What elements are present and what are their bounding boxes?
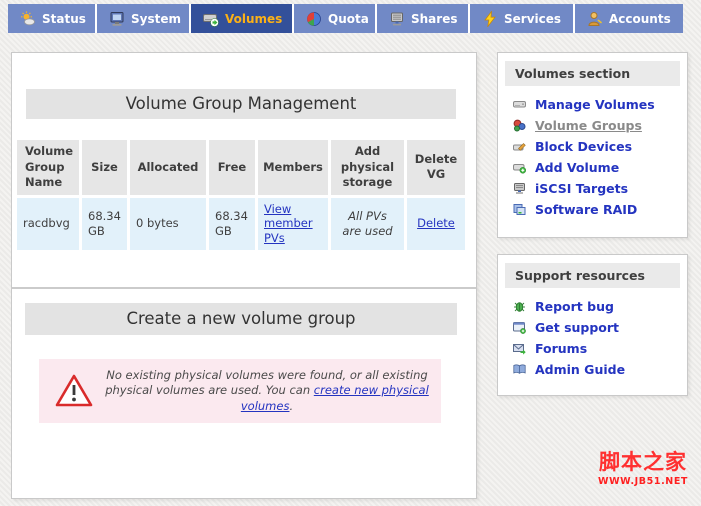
cell-free: 68.34 GB [209, 198, 255, 251]
sidebar-item-label: Manage Volumes [535, 97, 655, 112]
warning-triangle-icon [55, 374, 93, 408]
volumes-section-panel: Volumes section Manage Volumes Volume Gr… [497, 52, 688, 238]
tab-status-label: Status [42, 12, 86, 26]
sidebar-item-label: Report bug [535, 299, 614, 314]
cell-vg-name: racdbvg [17, 198, 79, 251]
quota-icon [306, 11, 322, 27]
watermark-url: WWW.JB51.NET [596, 476, 690, 487]
warning-text-after: . [289, 399, 293, 413]
software-raid-icon [513, 203, 526, 216]
forums-icon [513, 342, 526, 355]
sidebar-item-label: Forums [535, 341, 587, 356]
iscsi-targets-icon [513, 182, 526, 195]
table-header-row: Volume Group Name Size Allocated Free Me… [17, 140, 465, 195]
cell-add-physical: All PVs are used [331, 198, 404, 251]
tab-system-label: System [131, 12, 181, 26]
tab-accounts[interactable]: Accounts [573, 4, 683, 33]
cell-members: View member PVs [258, 198, 328, 251]
sidebar-item-label: Get support [535, 320, 619, 335]
sidebar-item-forums[interactable]: Forums [498, 338, 687, 359]
volume-group-management-title: Volume Group Management [26, 89, 456, 119]
top-navbar: Status System Volumes Quota Shares Servi… [8, 4, 683, 33]
delete-vg-link[interactable]: Delete [417, 216, 455, 230]
tab-quota[interactable]: Quota [292, 4, 375, 33]
view-member-pvs-link[interactable]: View member PVs [264, 202, 313, 246]
volumes-icon [203, 11, 219, 27]
block-devices-icon [513, 140, 526, 153]
header-volume-group-name: Volume Group Name [17, 140, 79, 195]
sidebar-item-iscsi-targets[interactable]: iSCSI Targets [498, 178, 687, 199]
sidebar-item-label: Add Volume [535, 160, 619, 175]
warning-box: No existing physical volumes were found,… [39, 359, 441, 423]
admin-guide-icon [513, 363, 526, 376]
watermark-logo-text: 脚本之家 [596, 451, 690, 474]
cell-delete: Delete [407, 198, 465, 251]
sidebar-item-software-raid[interactable]: Software RAID [498, 199, 687, 220]
sidebar-item-label: Software RAID [535, 202, 637, 217]
tab-services[interactable]: Services [468, 4, 573, 33]
table-row: racdbvg 68.34 GB 0 bytes 68.34 GB View m… [17, 198, 465, 251]
drive-icon [513, 98, 526, 111]
sidebar-item-manage-volumes[interactable]: Manage Volumes [498, 94, 687, 115]
tab-volumes-label: Volumes [225, 12, 282, 26]
tab-services-label: Services [504, 12, 561, 26]
header-size: Size [82, 140, 127, 195]
support-resources-header: Support resources [505, 263, 680, 288]
sidebar-item-label: Block Devices [535, 139, 632, 154]
watermark: 脚本之家 WWW.JB51.NET [596, 451, 690, 487]
cell-allocated: 0 bytes [130, 198, 206, 251]
header-free: Free [209, 140, 255, 195]
warning-message: No existing physical volumes were found,… [105, 368, 441, 415]
header-delete-vg: Delete VG [407, 140, 465, 195]
tab-accounts-label: Accounts [609, 12, 671, 26]
tab-shares-label: Shares [411, 12, 457, 26]
sidebar-item-block-devices[interactable]: Block Devices [498, 136, 687, 157]
add-volume-icon [513, 161, 526, 174]
header-members: Members [258, 140, 328, 195]
sidebar-item-label: Admin Guide [535, 362, 625, 377]
sidebar-item-label: iSCSI Targets [535, 181, 628, 196]
section-divider [12, 287, 476, 289]
system-icon [109, 11, 125, 27]
header-add-physical-storage: Add physical storage [331, 140, 404, 195]
tab-system[interactable]: System [95, 4, 189, 33]
cell-size: 68.34 GB [82, 198, 127, 251]
sidebar-item-get-support[interactable]: Get support [498, 317, 687, 338]
page: { "colors": { "nav_bg": "#7189C6", "nav_… [0, 0, 701, 506]
main-content-panel: Volume Group Management Volume Group Nam… [11, 52, 477, 499]
sidebar-item-label: Volume Groups [535, 118, 642, 133]
create-volume-group-title: Create a new volume group [25, 303, 457, 335]
tab-shares[interactable]: Shares [375, 4, 468, 33]
sidebar-item-admin-guide[interactable]: Admin Guide [498, 359, 687, 380]
shares-icon [389, 11, 405, 27]
volumes-section-header: Volumes section [505, 61, 680, 86]
tab-quota-label: Quota [328, 12, 369, 26]
bug-icon [513, 300, 526, 313]
tab-status[interactable]: Status [8, 4, 95, 33]
header-allocated: Allocated [130, 140, 206, 195]
services-icon [482, 11, 498, 27]
sidebar-item-add-volume[interactable]: Add Volume [498, 157, 687, 178]
volume-groups-icon [513, 119, 526, 132]
volume-groups-table: Volume Group Name Size Allocated Free Me… [14, 137, 468, 253]
status-icon [20, 11, 36, 27]
get-support-icon [513, 321, 526, 334]
support-resources-panel: Support resources Report bug Get support… [497, 254, 688, 396]
tab-volumes[interactable]: Volumes [189, 4, 292, 33]
sidebar-item-report-bug[interactable]: Report bug [498, 296, 687, 317]
sidebar-item-volume-groups[interactable]: Volume Groups [498, 115, 687, 136]
accounts-icon [587, 11, 603, 27]
